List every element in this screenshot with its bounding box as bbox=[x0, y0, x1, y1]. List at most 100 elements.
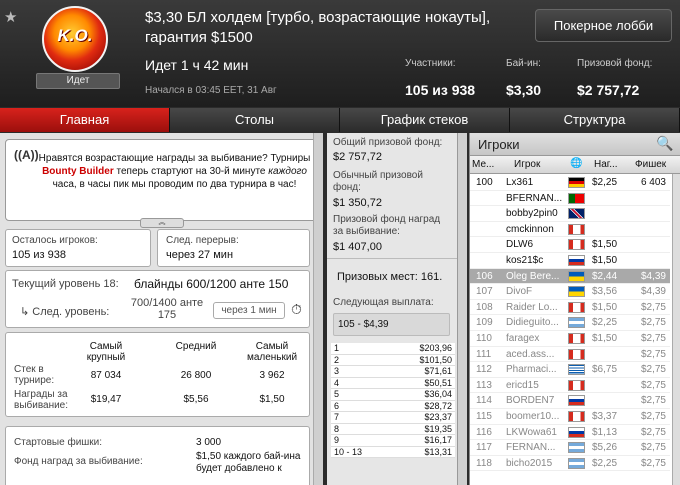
player-name: kos21$c bbox=[506, 255, 544, 266]
player-bounty: $3,37 bbox=[592, 411, 618, 422]
player-row[interactable]: kos21$c $1,50 bbox=[470, 253, 670, 269]
payout-row: 8 $19,35 bbox=[331, 423, 455, 435]
next-level-value: 700/1400 анте 175 bbox=[130, 297, 204, 321]
payout-place: 7 bbox=[334, 412, 340, 422]
payout-amount: $13,31 bbox=[424, 446, 452, 457]
main-panel-scrollbar[interactable] bbox=[313, 133, 323, 485]
prize-panel-scrollbar[interactable] bbox=[457, 133, 467, 485]
tab-tables[interactable]: Столы bbox=[170, 108, 340, 132]
player-bounty: $1,50 bbox=[592, 333, 618, 344]
player-place: 110 bbox=[476, 333, 492, 344]
next-level-timer: через 1 мин bbox=[213, 302, 285, 319]
player-place: 100 bbox=[476, 177, 493, 188]
country-flag-icon bbox=[568, 348, 585, 360]
col-chips-header[interactable]: Фишек bbox=[635, 159, 666, 170]
search-icon[interactable]: 🔍 bbox=[656, 135, 673, 152]
promo-text: Нравятся возрастающие награды за выбиван… bbox=[32, 152, 317, 191]
player-row[interactable]: 100 Lx361 $2,25 6 403 bbox=[470, 175, 670, 191]
player-name: ericd15 bbox=[506, 379, 539, 391]
next-level-label: ↳ След. уровень: bbox=[20, 306, 110, 318]
tab-main[interactable]: Главная bbox=[0, 108, 170, 132]
player-name: DivoF bbox=[506, 286, 533, 298]
player-place: 107 bbox=[476, 286, 493, 298]
country-flag-icon bbox=[568, 223, 585, 235]
col-place-header[interactable]: Ме... bbox=[472, 159, 494, 170]
player-row[interactable]: 115 boomer10... $3,37 $2,75 bbox=[470, 409, 670, 425]
promo-brand-link[interactable]: Bounty Builder bbox=[42, 166, 114, 177]
starting-chips-label: Стартовые фишки: bbox=[14, 437, 103, 448]
player-chips: 6 403 bbox=[640, 177, 666, 188]
prize-pool-value: $2 757,72 bbox=[577, 82, 640, 98]
player-name: Raider Lo... bbox=[506, 301, 558, 313]
prize-divider bbox=[327, 258, 457, 259]
player-row[interactable]: 116 LKWowa61 $1,13 $2,75 bbox=[470, 425, 670, 441]
players-title: Игроки bbox=[478, 137, 520, 152]
player-row[interactable]: 106 Oleg Bere... $2,44 $4,39 bbox=[470, 268, 670, 285]
promo-banner: ((A)) Нравятся возрастающие награды за в… bbox=[5, 139, 322, 228]
collapse-promo-button[interactable]: ︽ bbox=[140, 218, 184, 228]
player-row[interactable]: 114 BORDEN7 $2,75 bbox=[470, 393, 670, 409]
globe-icon[interactable]: 🌐 bbox=[570, 158, 582, 169]
stopwatch-icon: ⏱ bbox=[291, 301, 302, 317]
player-place: 113 bbox=[476, 379, 492, 391]
tournament-info-box: Стартовые фишки: 3 000 Фонд наград за вы… bbox=[5, 426, 310, 485]
player-row[interactable]: BFERNAN... bbox=[470, 191, 670, 207]
participants-value: 105 из 938 bbox=[405, 82, 476, 98]
player-row[interactable]: 110 faragex $1,50 $2,75 bbox=[470, 331, 670, 347]
player-row[interactable]: 109 Didieguito... $2,25 $2,75 bbox=[470, 315, 670, 331]
player-bounty: $1,50 bbox=[592, 239, 618, 251]
player-row[interactable]: bobby2pin0 bbox=[470, 206, 670, 222]
col-average: Средний bbox=[175, 341, 217, 352]
payout-place: 5 bbox=[334, 389, 340, 399]
tournament-header: ★ K.O. Идет $3,30 БЛ холдем [турбо, возр… bbox=[0, 0, 680, 107]
player-chips: $4,39 bbox=[640, 286, 666, 298]
player-bounty: $3,56 bbox=[592, 286, 618, 298]
player-place: 118 bbox=[476, 457, 492, 469]
col-bounty-header[interactable]: Наг... bbox=[594, 159, 618, 170]
payout-row: 9 $16,17 bbox=[331, 435, 455, 447]
poker-lobby-button[interactable]: Покерное лобби bbox=[535, 9, 672, 42]
country-flag-icon bbox=[568, 301, 585, 313]
col-smallest: Самый маленький bbox=[246, 341, 298, 363]
payout-amount: $16,17 bbox=[424, 435, 452, 445]
player-row[interactable]: DLW6 $1,50 bbox=[470, 237, 670, 253]
promo-part1: Нравятся возрастающие награды за выбиван… bbox=[38, 153, 311, 164]
player-row[interactable]: 108 Raider Lo... $1,50 $2,75 bbox=[470, 300, 670, 316]
payout-row: 5 $36,04 bbox=[331, 389, 455, 401]
bounty-average: $5,56 bbox=[183, 394, 209, 405]
promo-part2: теперь стартуют на 30-й минуте bbox=[113, 166, 269, 177]
player-row[interactable]: cmckinnon bbox=[470, 222, 670, 238]
next-break-value: через 27 мин bbox=[166, 249, 234, 261]
payout-amount: $36,04 bbox=[424, 389, 452, 399]
player-chips: $2,75 bbox=[640, 333, 666, 344]
tab-stack-chart[interactable]: График стеков bbox=[340, 108, 510, 132]
tab-structure[interactable]: Структура bbox=[510, 108, 680, 132]
payout-row: 1 $203,96 bbox=[331, 343, 455, 355]
player-name: BFERNAN... bbox=[506, 192, 563, 204]
regular-prize-label: Обычный призовой фонд: bbox=[333, 170, 423, 193]
player-row[interactable]: 113 ericd15 $2,75 bbox=[470, 378, 670, 394]
start-time: Начался в 03:45 EET, 31 Авг bbox=[145, 85, 277, 96]
player-row[interactable]: 117 FERNAN... $5,26 $2,75 bbox=[470, 440, 670, 456]
total-prize-value: $2 757,72 bbox=[333, 151, 382, 163]
country-flag-icon bbox=[568, 255, 585, 266]
tournament-status-badge: Идет bbox=[36, 73, 120, 89]
player-name: DLW6 bbox=[506, 239, 534, 251]
ko-fund-value: $1,50 каждого бай-ина будет добавлено к bbox=[196, 451, 301, 474]
participants-label: Участники: bbox=[405, 58, 456, 69]
player-name: BORDEN7 bbox=[506, 395, 555, 407]
payout-place: 10 - 13 bbox=[334, 446, 363, 457]
stack-largest: 87 034 bbox=[90, 370, 122, 381]
ko-prize-label: Призовой фонд наград за выбивание: bbox=[333, 214, 441, 237]
remaining-value: 105 из 938 bbox=[12, 249, 67, 261]
player-row[interactable]: 107 DivoF $3,56 $4,39 bbox=[470, 284, 670, 300]
players-scrollbar[interactable] bbox=[672, 174, 680, 485]
player-name: Pharmaci... bbox=[506, 364, 557, 376]
player-row[interactable]: 111 aced.ass... $2,75 bbox=[470, 347, 670, 363]
player-row[interactable]: 112 Pharmaci... $6,75 $2,75 bbox=[470, 362, 670, 378]
payout-table: 1 $203,96 2 $101,50 3 $71,61 4 $50,51 5 $36,0… bbox=[331, 343, 455, 458]
col-player-header[interactable]: Игрок bbox=[514, 159, 540, 170]
next-break-box: След. перерыв: через 27 мин bbox=[157, 229, 310, 267]
player-row[interactable]: 118 bicho2015 $2,25 $2,75 bbox=[470, 456, 670, 472]
favorite-star-icon[interactable]: ★ bbox=[4, 8, 17, 26]
